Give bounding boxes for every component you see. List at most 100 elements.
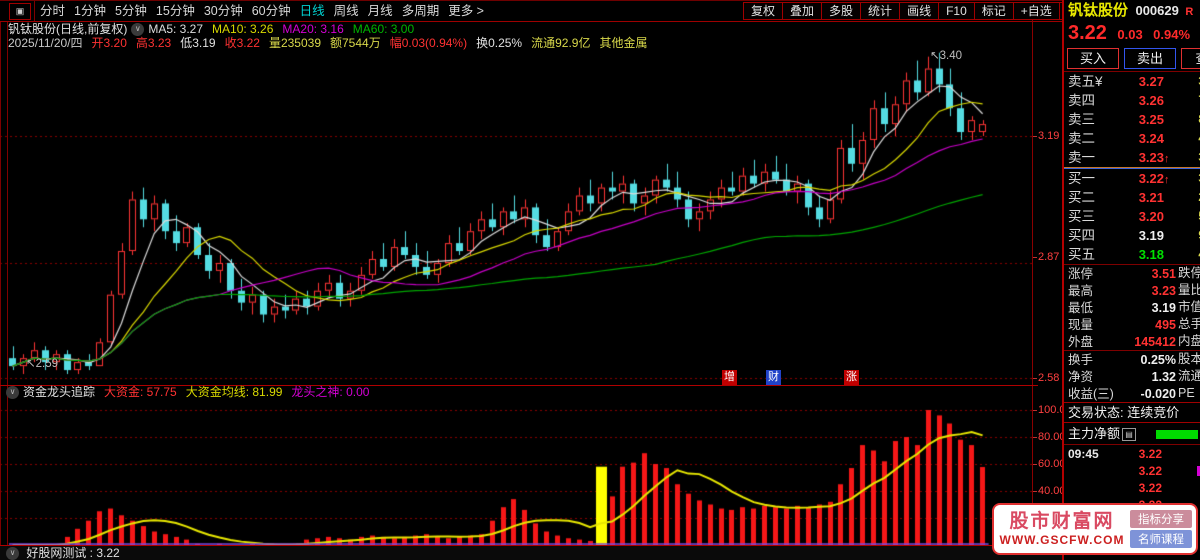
top-menubar: ▣ 分时 1分钟 5分钟 15分钟 30分钟 60分钟 日线 周线 月线 多周期 更多 > 复权 叠加… (0, 0, 1099, 22)
menu-item-多周期[interactable]: 多周期 (402, 2, 440, 21)
watermark-text: 股市财富网 WWW.GSCFW.COM (994, 511, 1130, 547)
stat-label: 涨停 (1068, 267, 1094, 281)
info-token: 开3.20 (91, 36, 127, 50)
trading-app-window: ▣ 分时 1分钟 5分钟 15分钟 30分钟 60分钟 日线 周线 月线 多周期 更多 > 复权 叠加… (0, 0, 1200, 560)
menu-item-5分钟[interactable]: 5分钟 (115, 2, 147, 21)
candlestick-chart[interactable] (0, 50, 1032, 383)
menu-item-月线[interactable]: 月线 (368, 2, 393, 21)
ask-ladder: 卖五¥3.273卖四3.267卖三3.258卖二3.244卖一3.23↑3 (1064, 72, 1200, 168)
toolbar-button-F10[interactable]: F10 (938, 2, 975, 20)
bid-row[interactable]: 买三3.205 (1064, 207, 1200, 226)
bottom-indicator-bar[interactable]: ∨ 好股网测试 : 3.22 (0, 545, 1068, 560)
menu-item-1分钟[interactable]: 1分钟 (74, 2, 106, 21)
toolbar-button-复权[interactable]: 复权 (743, 2, 784, 20)
stat-label2: 流通 (1178, 369, 1200, 383)
menu-item-15分钟[interactable]: 15分钟 (156, 2, 195, 21)
toolbar-buttons: 复权叠加多股统计画线F10标记+自选返回 (743, 1, 1099, 21)
chevron-down-icon[interactable]: ∨ (6, 547, 19, 560)
ladder-price: 3.26 (1138, 93, 1164, 108)
ask-row[interactable]: 卖二3.244 (1064, 129, 1200, 148)
price-change: 0.03 (1117, 27, 1143, 42)
indicator-token: 资金龙头追踪 (23, 385, 96, 399)
ma-token: MA10: 3.26 (212, 22, 274, 36)
ask-row[interactable]: 卖五¥3.273 (1064, 72, 1200, 91)
stat-row-收益(三): 收益(三) -0.020 PE (1064, 385, 1200, 402)
axis-tick (1033, 410, 1037, 411)
toolbar-button-标记[interactable]: 标记 (973, 2, 1014, 20)
axis-tick (1033, 464, 1037, 465)
event-badge-增: 增 (722, 370, 737, 385)
stat-label: 现量 (1068, 318, 1094, 332)
axis-tick (1033, 257, 1037, 258)
axis-tick (1033, 437, 1037, 438)
ladder-price: 3.24 (1138, 131, 1164, 146)
buy-button[interactable]: 买入 (1067, 48, 1119, 69)
toolbar-button-叠加[interactable]: 叠加 (782, 2, 823, 20)
tick-price: 3.22 (1138, 464, 1162, 478)
stat-value: 1.32 (1151, 370, 1176, 384)
toolbar-button-多股[interactable]: 多股 (821, 2, 862, 20)
trade-status: 交易状态: 连续竞价 (1064, 402, 1200, 423)
bid-row[interactable]: 买四3.199 (1064, 226, 1200, 245)
menu-item-60分钟[interactable]: 60分钟 (252, 2, 291, 21)
menu-item-分时[interactable]: 分时 (40, 2, 65, 21)
axis-tick (1033, 378, 1037, 379)
info-token: 高3.23 (135, 36, 172, 50)
menu-item-日线[interactable]: 日线 (300, 2, 325, 21)
menu-item-周线[interactable]: 周线 (334, 2, 359, 21)
stat-label: 外盘 (1068, 335, 1094, 349)
ladder-price: 3.22 (1138, 171, 1164, 186)
stat-row-现量: 现量 495总手 (1064, 316, 1200, 333)
info-token: 流通92.9亿 (531, 36, 591, 50)
price-axis: 3.19 2.87 2.58 100.0 80.00 60.00 40.00 (1032, 20, 1066, 560)
stat-row-外盘: 外盘 145412内盘 (1064, 333, 1200, 351)
extra-button[interactable]: 查 (1181, 48, 1200, 69)
ma-token: MA5: 3.27 (148, 22, 204, 36)
indicator-values: 资金龙头追踪 大资金: 57.75 大资金均线: 81.99 龙头之神: 0.00 (23, 385, 378, 399)
ask-row[interactable]: 卖四3.267 (1064, 91, 1200, 110)
axis-label: 2.58 (1038, 372, 1060, 384)
quote-header: 钒钛股份 000629 R (1064, 0, 1200, 21)
watermark-badge-2: 名师课程 (1130, 530, 1192, 548)
axis-label: 3.19 (1038, 130, 1060, 142)
axis-label: 2.87 (1038, 251, 1060, 263)
indicator-chart[interactable] (0, 399, 1032, 545)
ladder-label: 买三 (1068, 209, 1095, 224)
menu-item-更多 >[interactable]: 更多 > (448, 2, 484, 21)
main-flow-row[interactable]: 主力净额 ▤ (1064, 423, 1200, 445)
bid-row[interactable]: 买五3.184 (1064, 245, 1200, 264)
ask-row[interactable]: 卖三3.258 (1064, 110, 1200, 129)
info-token: 幅0.03(0.94%) (389, 36, 468, 50)
info-token: 低3.19 (180, 36, 216, 50)
indicator-token: 大资金: 57.75 (104, 385, 177, 399)
stat-value: 495 (1155, 318, 1176, 332)
price-annotation: ↖3.40 (930, 50, 963, 62)
ask-row[interactable]: 卖一3.23↑3 (1064, 148, 1200, 167)
stats-block: 涨停 3.51跌停最高 3.23量比最低 3.19市值现量 495总手外盘 145412内… (1064, 265, 1200, 402)
ladder-price: 3.25 (1138, 112, 1164, 127)
bid-row[interactable]: 买一3.22↑3 (1064, 169, 1200, 188)
ladder-price: 3.21 (1138, 190, 1164, 205)
stat-value: 3.51 (1151, 267, 1176, 281)
menu-item-30分钟[interactable]: 30分钟 (204, 2, 243, 21)
watermark: 股市财富网 WWW.GSCFW.COM 指标分享 名师课程 (992, 503, 1198, 555)
info-token: 收3.22 (224, 36, 260, 50)
list-icon[interactable]: ▤ (1122, 428, 1137, 442)
toolbar-button-画线[interactable]: 画线 (899, 2, 940, 20)
tick-price: 3.22 (1138, 481, 1162, 495)
toolbar-button-+自选[interactable]: +自选 (1012, 2, 1060, 20)
window-icon[interactable]: ▣ (9, 3, 31, 20)
ladder-price: 3.18 (1138, 247, 1164, 262)
toolbar-button-统计[interactable]: 统计 (860, 2, 901, 20)
info-token: 额7544万 (330, 36, 381, 50)
stat-row-净资: 净资 1.32流通 (1064, 368, 1200, 385)
info-token: 量235039 (268, 36, 321, 50)
watermark-url: WWW.GSCFW.COM (999, 533, 1125, 547)
sell-button[interactable]: 卖出 (1124, 48, 1176, 69)
tick-row: 09:45 3.22 (1064, 445, 1200, 462)
event-badge-涨: 涨 (844, 370, 859, 385)
chevron-down-icon[interactable]: ∨ (131, 23, 145, 37)
stat-label2: 股本 (1178, 352, 1200, 366)
bid-row[interactable]: 买二3.212 (1064, 188, 1200, 207)
chevron-down-icon[interactable]: ∨ (6, 386, 19, 400)
